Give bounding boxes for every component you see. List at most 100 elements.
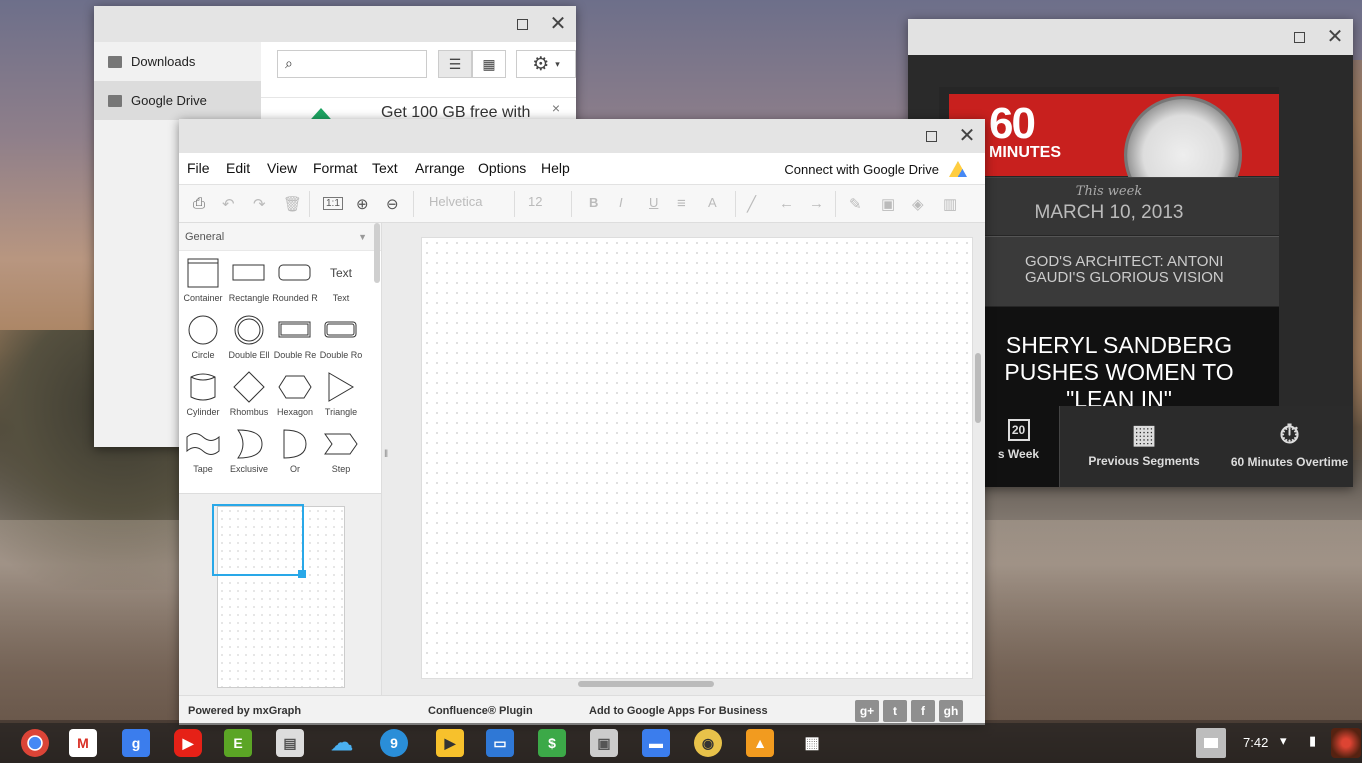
- close-button[interactable]: ✕: [949, 118, 985, 154]
- shape-rhombus[interactable]: Rhombus: [226, 371, 272, 417]
- outline-resize-handle[interactable]: [298, 570, 306, 578]
- menu-options[interactable]: Options: [478, 160, 526, 176]
- redo-icon[interactable]: ↷: [253, 195, 266, 213]
- font-color-icon[interactable]: A: [708, 195, 717, 210]
- web-store-icon[interactable]: ▤: [276, 729, 304, 757]
- shape-circle[interactable]: Circle: [180, 314, 226, 360]
- gmail-icon[interactable]: M: [69, 729, 97, 757]
- search-input[interactable]: ⌕: [277, 50, 427, 78]
- shape-cylinder[interactable]: Cylinder: [180, 371, 226, 417]
- shape-or[interactable]: Or: [272, 428, 318, 474]
- launcher-icon[interactable]: ▦: [798, 729, 826, 757]
- sidebar-item-google-drive[interactable]: Google Drive: [94, 81, 261, 120]
- maximize-button[interactable]: [504, 6, 540, 42]
- slides-app-icon[interactable]: ▲: [746, 729, 774, 757]
- arrow-left-icon[interactable]: ←: [779, 195, 794, 212]
- cash-app-icon[interactable]: $: [538, 729, 566, 757]
- shape-container[interactable]: Container: [180, 257, 226, 303]
- confluence-link[interactable]: Confluence® Plugin: [428, 705, 533, 717]
- notification-button[interactable]: [1196, 728, 1226, 758]
- line-color-icon[interactable]: ✎: [849, 195, 862, 213]
- close-button[interactable]: ✕: [1317, 19, 1353, 55]
- menu-format[interactable]: Format: [313, 160, 357, 176]
- folder-app-icon[interactable]: ▬: [642, 729, 670, 757]
- tv-titlebar[interactable]: ✕: [908, 19, 1353, 55]
- google-plus-icon[interactable]: g+: [855, 700, 879, 722]
- maximize-button[interactable]: [1281, 19, 1317, 55]
- fill-color-icon[interactable]: ◈: [912, 195, 924, 213]
- evernote-icon[interactable]: E: [224, 729, 252, 757]
- wifi-icon[interactable]: ▾: [1280, 733, 1287, 749]
- feature-story[interactable]: SHERYL SANDBERG PUSHES WOMEN TO "LEAN IN…: [939, 307, 1279, 407]
- bold-icon[interactable]: B: [589, 195, 598, 210]
- settings-button[interactable]: ⚙ ▾: [516, 50, 576, 78]
- shape-tape[interactable]: Tape: [180, 428, 226, 474]
- sidebar-item-downloads[interactable]: Downloads: [94, 42, 261, 81]
- maximize-button[interactable]: [913, 118, 949, 154]
- font-family-select[interactable]: Helvetica: [429, 194, 482, 209]
- google-apps-link[interactable]: Add to Google Apps For Business: [589, 705, 768, 717]
- shape-text[interactable]: Text Text: [318, 257, 364, 303]
- shape-double-re[interactable]: Double Re: [272, 314, 318, 360]
- underline-icon[interactable]: U: [649, 195, 658, 210]
- menu-arrange[interactable]: Arrange: [415, 160, 465, 176]
- arrow-right-icon[interactable]: →: [809, 195, 824, 212]
- cloud-app-icon[interactable]: ☁: [328, 729, 356, 757]
- shape-exclusive[interactable]: Exclusive: [226, 428, 272, 474]
- print-icon[interactable]: ⎙: [193, 195, 205, 212]
- actual-size-icon[interactable]: 1:1: [323, 197, 343, 210]
- chrome-icon[interactable]: [21, 729, 49, 757]
- promo-close-button[interactable]: ×: [552, 100, 560, 116]
- nav-overtime[interactable]: ⏱ 60 Minutes Overtime: [1226, 406, 1353, 487]
- drive-image-app-icon[interactable]: ▣: [590, 729, 618, 757]
- nav-this-week[interactable]: 20 s Week: [978, 406, 1060, 487]
- files-titlebar[interactable]: ✕: [94, 6, 576, 42]
- facebook-icon[interactable]: f: [911, 700, 935, 722]
- font-size-input[interactable]: 12: [528, 194, 542, 209]
- menu-help[interactable]: Help: [541, 160, 570, 176]
- connector-icon[interactable]: ╱: [747, 195, 756, 213]
- weather-app-icon[interactable]: 9: [380, 729, 408, 757]
- shape-rounded-r[interactable]: Rounded R: [272, 257, 318, 303]
- segment-item[interactable]: GOD'S ARCHITECT: ANTONI GAUDI'S GLORIOUS…: [939, 236, 1279, 306]
- youtube-icon[interactable]: ▶: [174, 729, 202, 757]
- shape-triangle[interactable]: Triangle: [318, 371, 364, 417]
- menu-edit[interactable]: Edit: [226, 160, 250, 176]
- shape-step[interactable]: Step: [318, 428, 364, 474]
- align-icon[interactable]: ≡: [677, 195, 686, 212]
- delete-icon[interactable]: 🗑: [283, 195, 302, 213]
- connect-google-drive-link[interactable]: Connect with Google Drive: [784, 162, 939, 177]
- menu-file[interactable]: File: [187, 160, 210, 176]
- grid-view-button[interactable]: ▦: [472, 50, 506, 78]
- shape-hexagon[interactable]: Hexagon: [272, 371, 318, 417]
- palette-header[interactable]: General ▼: [179, 223, 381, 251]
- clock[interactable]: 7:42: [1243, 735, 1268, 750]
- undo-icon[interactable]: ↶: [222, 195, 235, 213]
- nav-previous-segments[interactable]: ▦ Previous Segments: [1078, 406, 1210, 487]
- outline-viewport[interactable]: [212, 504, 304, 576]
- shape-double-ell[interactable]: Double Ell: [226, 314, 272, 360]
- zoom-in-icon[interactable]: ⊕: [356, 195, 369, 213]
- twitter-icon[interactable]: t: [883, 700, 907, 722]
- italic-icon[interactable]: I: [619, 195, 623, 210]
- horizontal-scrollbar[interactable]: [578, 681, 714, 687]
- this-week-banner[interactable]: This week MARCH 10, 2013: [939, 177, 1279, 235]
- zoom-out-icon[interactable]: ⊖: [386, 195, 399, 213]
- menu-view[interactable]: View: [267, 160, 297, 176]
- close-button[interactable]: ✕: [540, 6, 576, 42]
- shape-double-ro[interactable]: Double Ro: [318, 314, 364, 360]
- google-search-icon[interactable]: g: [122, 729, 150, 757]
- user-avatar[interactable]: [1331, 728, 1361, 758]
- shape-rectangle[interactable]: Rectangle: [226, 257, 272, 303]
- github-icon[interactable]: gh: [939, 700, 963, 722]
- powered-by-link[interactable]: Powered by mxGraph: [188, 705, 301, 717]
- palette-scrollbar[interactable]: [374, 223, 380, 283]
- image-icon[interactable]: ▣: [881, 195, 895, 213]
- eye-app-icon[interactable]: ◉: [694, 729, 722, 757]
- battery-icon[interactable]: ▮: [1309, 733, 1316, 749]
- draw-titlebar[interactable]: ✕: [179, 119, 985, 153]
- drawing-canvas[interactable]: [421, 237, 973, 679]
- vertical-scrollbar[interactable]: [975, 353, 981, 423]
- list-view-button[interactable]: ☰: [438, 50, 472, 78]
- hangouts-icon[interactable]: ▶: [436, 729, 464, 757]
